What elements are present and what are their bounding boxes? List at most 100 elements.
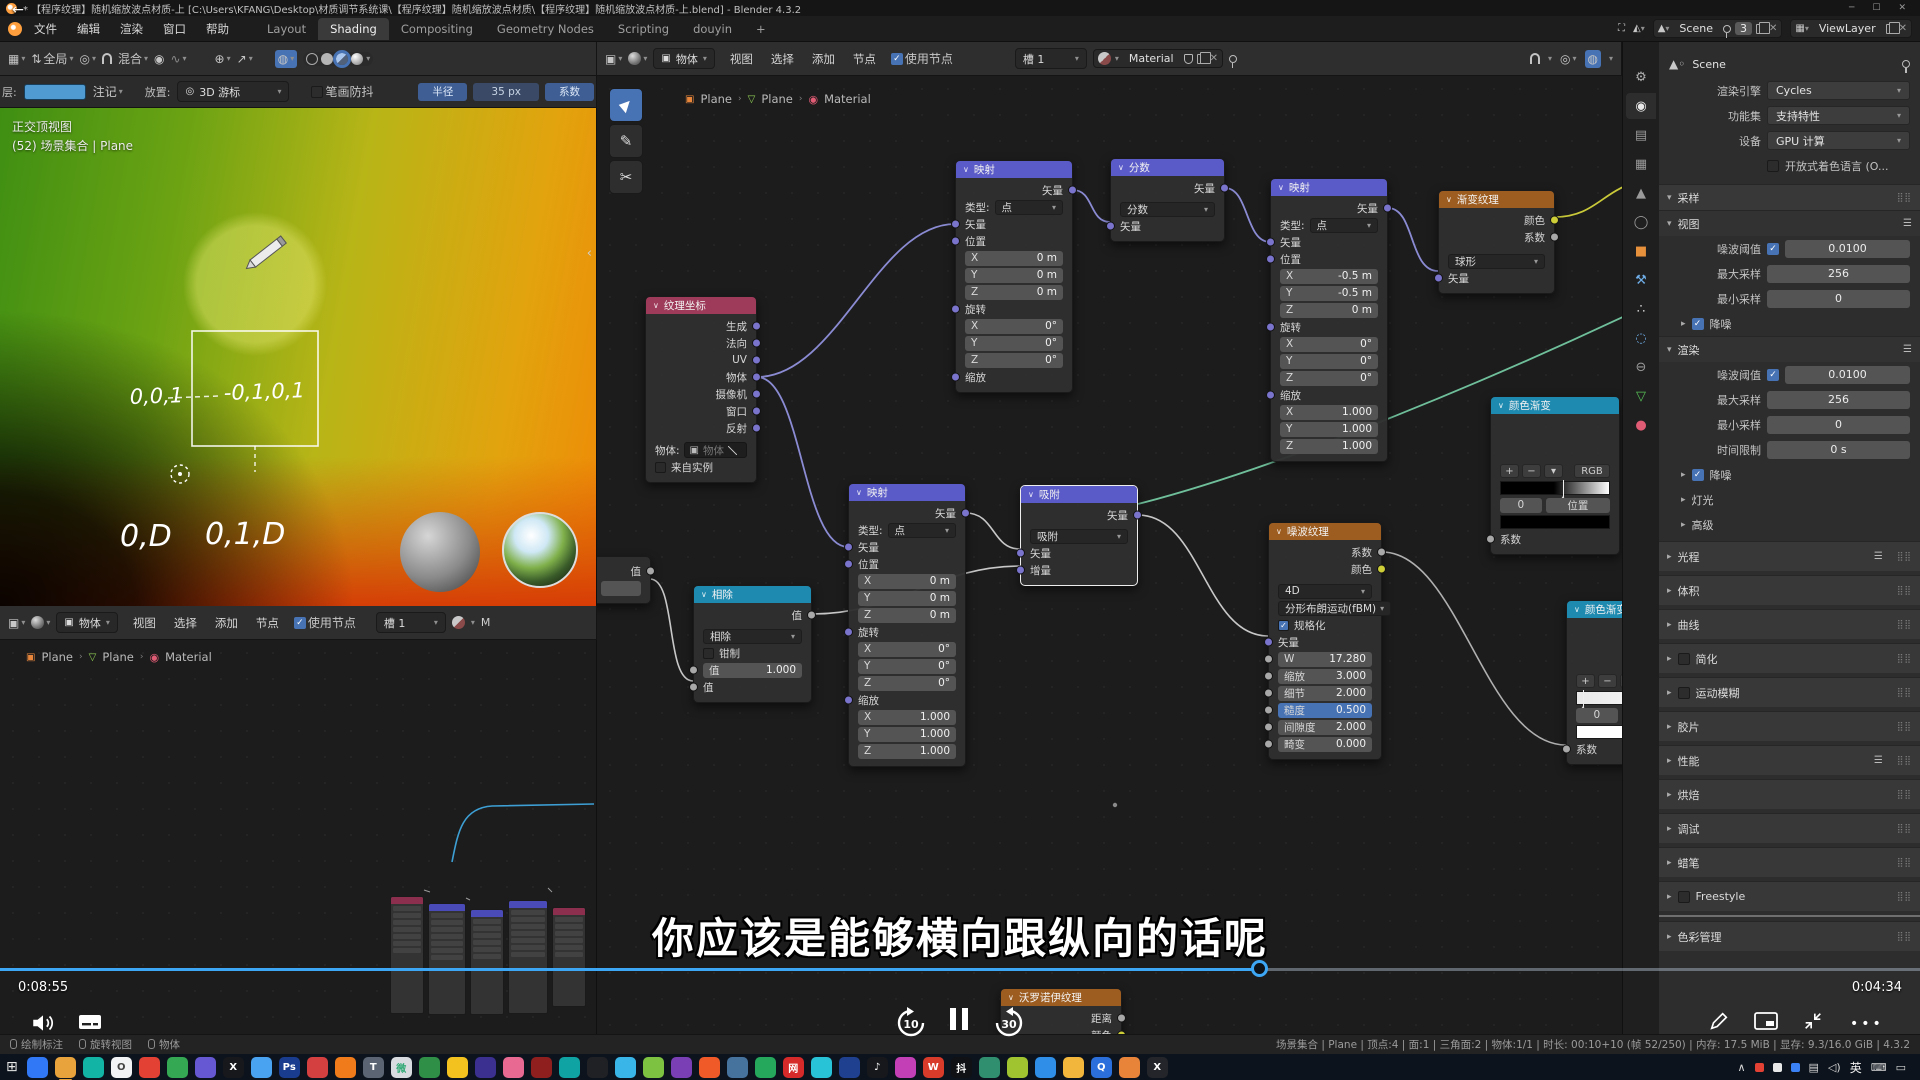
sampling-panel-header[interactable]: ▾采样⣿⣿ bbox=[1659, 184, 1920, 210]
menu-文件[interactable]: 文件 bbox=[24, 18, 67, 40]
sidebar-collapse-chevron[interactable]: ‹ bbox=[587, 246, 592, 261]
fullscreen-exit-button[interactable] bbox=[1802, 1010, 1824, 1032]
noise-texture-node[interactable]: ∨噪波纹理系数颜色4D▾分形布朗运动(fBM)▾✓规格化矢量W17.280缩放3… bbox=[1268, 522, 1382, 760]
shader-context-dropdown[interactable]: ▣物体▾ bbox=[56, 612, 117, 633]
input-socket-矢量[interactable] bbox=[951, 220, 960, 229]
properties-tab-physics-icon[interactable]: ◌ bbox=[1626, 325, 1656, 351]
taskbar-app-icon-6[interactable] bbox=[167, 1057, 188, 1078]
mini-node-4[interactable] bbox=[508, 900, 548, 1014]
node-field-X[interactable]: X1.000 bbox=[1280, 405, 1378, 420]
pin-icon[interactable] bbox=[1723, 25, 1731, 33]
panel-调试[interactable]: ▸调试⣿⣿ bbox=[1659, 813, 1920, 843]
tray-expand-icon[interactable]: ∧ bbox=[1737, 1061, 1745, 1074]
render-engine-dropdown[interactable]: Cycles▾ bbox=[1767, 81, 1910, 100]
viewport-subpanel-header[interactable]: ▾视图☰ bbox=[1659, 210, 1920, 236]
breadcrumb-material[interactable]: Material bbox=[165, 650, 212, 664]
taskbar-app-icon-41[interactable]: X bbox=[1147, 1057, 1168, 1078]
breadcrumb-mesh[interactable]: Plane bbox=[102, 650, 134, 664]
input-socket-缩放[interactable] bbox=[1266, 391, 1275, 400]
color-swatch[interactable] bbox=[1576, 725, 1622, 739]
shading-solid-icon[interactable] bbox=[321, 53, 333, 65]
properties-tab-object-icon[interactable]: ■ bbox=[1626, 238, 1656, 264]
gradient-texture-node[interactable]: ∨渐变纹理颜色系数球形▾矢量 bbox=[1438, 190, 1555, 294]
texture-coordinate-node[interactable]: ∨纹理坐标生成法向UV物体摄像机窗口反射物体:▣物体来自实例 bbox=[645, 296, 757, 483]
minimize-button[interactable]: ─ bbox=[1849, 3, 1854, 13]
output-socket-法向[interactable] bbox=[752, 339, 761, 348]
properties-tab-tool-icon[interactable]: ⚙ bbox=[1626, 64, 1656, 90]
unlink-icon[interactable]: ✕ bbox=[1769, 23, 1777, 34]
taskbar-app-icon-21[interactable] bbox=[587, 1057, 608, 1078]
ime-indicator[interactable]: 英 bbox=[1850, 1059, 1862, 1076]
falloff-dropdown[interactable]: ∿▾ bbox=[170, 52, 186, 66]
taskbar-app-icon-22[interactable] bbox=[615, 1057, 636, 1078]
tray-display-icon[interactable]: ▤ bbox=[1809, 1061, 1819, 1074]
noise-threshold-checkbox[interactable]: ✓ bbox=[1767, 369, 1779, 381]
pin-icon[interactable] bbox=[1902, 60, 1910, 68]
backdrop-toggle-icon[interactable]: ◍ bbox=[1585, 50, 1601, 68]
tray-notifications-icon[interactable]: ▭ bbox=[1896, 1061, 1906, 1074]
mapping-node-3[interactable]: ∨映射矢量类型:点▾矢量位置X0 mY0 mZ0 m旋转X0°Y0°Z0°缩放X… bbox=[848, 483, 966, 767]
node-field-Z[interactable]: Z0 m bbox=[965, 285, 1063, 300]
annotate-tool-button[interactable]: ✎ bbox=[609, 124, 643, 158]
taskbar-app-icon-7[interactable] bbox=[195, 1057, 216, 1078]
input-socket-间隙度[interactable] bbox=[1264, 723, 1273, 732]
gizmo-dropdown[interactable]: ⊕▾ bbox=[215, 52, 231, 66]
scene-breadcrumb-label[interactable]: Scene bbox=[1692, 58, 1726, 71]
denoise-checkbox[interactable]: ✓ bbox=[1692, 318, 1704, 330]
blender-menu-icon[interactable] bbox=[8, 22, 22, 36]
mapping-node-1[interactable]: ∨映射矢量类型:点▾矢量位置X0 mY0 mZ0 m旋转X0°Y0°Z0°缩放 bbox=[955, 160, 1073, 393]
input-socket-矢量[interactable] bbox=[1106, 222, 1115, 231]
input-socket-旋转[interactable] bbox=[844, 628, 853, 637]
scene-name[interactable]: Scene bbox=[1673, 22, 1719, 35]
snap-node[interactable]: ∨吸附矢量吸附▾矢量增量 bbox=[1020, 485, 1138, 586]
output-socket-系数[interactable] bbox=[1550, 233, 1559, 242]
progress-bar-elapsed[interactable] bbox=[0, 968, 1259, 971]
panel-checkbox[interactable] bbox=[1678, 653, 1690, 665]
input-socket-旋转[interactable] bbox=[1266, 323, 1275, 332]
taskbar-app-icon-34[interactable]: 抖 bbox=[951, 1057, 972, 1078]
output-socket-颜色[interactable] bbox=[1377, 565, 1386, 574]
panel-曲线[interactable]: ▸曲线⣿⣿ bbox=[1659, 609, 1920, 639]
pin-icon[interactable] bbox=[1229, 55, 1237, 63]
colorramp-gradient[interactable] bbox=[1500, 481, 1610, 495]
taskbar-app-icon-11[interactable] bbox=[307, 1057, 328, 1078]
taskbar-app-icon-8[interactable]: X bbox=[223, 1057, 244, 1078]
noise-threshold-field[interactable]: 0.0100 bbox=[1785, 366, 1910, 384]
panel-体积[interactable]: ▸体积⣿⣿ bbox=[1659, 575, 1920, 605]
shading-preset-icon[interactable]: ◭▾ bbox=[1633, 23, 1645, 34]
min-samples-field[interactable]: 0 bbox=[1767, 416, 1910, 434]
shading-material-icon[interactable] bbox=[336, 53, 348, 65]
fraction-node[interactable]: ∨分数矢量分数▾矢量 bbox=[1110, 158, 1225, 242]
input-socket-旋转[interactable] bbox=[951, 305, 960, 314]
shader-node-editor[interactable]: ✎ ✂ ▣ Plane › ▽ Plane › ◉ Material ∨纹理坐标… bbox=[597, 76, 1622, 1034]
taskbar-app-icon-27[interactable] bbox=[755, 1057, 776, 1078]
menu-编辑[interactable]: 编辑 bbox=[67, 18, 110, 40]
node-field-X[interactable]: X1.000 bbox=[858, 710, 956, 725]
panel-胶片[interactable]: ▸胶片⣿⣿ bbox=[1659, 711, 1920, 741]
color-ramp-node-1[interactable]: ∨颜色渐变+−▾RGB0位置系数 bbox=[1490, 396, 1620, 555]
denoise-checkbox[interactable]: ✓ bbox=[1692, 469, 1704, 481]
material-slot-dropdown[interactable]: 槽 1▾ bbox=[1015, 48, 1087, 69]
taskbar-app-icon-10[interactable]: Ps bbox=[279, 1057, 300, 1078]
breadcrumb-material[interactable]: Material bbox=[824, 92, 871, 106]
copy-icon[interactable] bbox=[1756, 24, 1765, 34]
editor-menu-视图[interactable]: 视图 bbox=[721, 47, 762, 71]
node-dropdown-点[interactable]: 点▾ bbox=[1310, 218, 1378, 233]
output-socket-生成[interactable] bbox=[752, 322, 761, 331]
taskbar-app-icon-39[interactable]: Q bbox=[1091, 1057, 1112, 1078]
xray-toggle-icon[interactable]: ◍▾ bbox=[275, 50, 298, 68]
colorramp-position-field[interactable]: 位置 bbox=[1546, 498, 1610, 513]
node-field-X[interactable]: X0 m bbox=[858, 574, 956, 589]
input-socket-矢量[interactable] bbox=[1266, 238, 1275, 247]
taskbar-app-icon-15[interactable] bbox=[419, 1057, 440, 1078]
editor-type-icon[interactable]: ▣▾ bbox=[8, 616, 25, 630]
node-field-X[interactable]: X-0.5 m bbox=[1280, 269, 1378, 284]
output-socket-值[interactable] bbox=[807, 611, 816, 620]
stabilize-stroke-checkbox[interactable]: 笔画防抖 bbox=[311, 83, 373, 100]
node-field-X[interactable]: X0° bbox=[1280, 337, 1378, 352]
node-checkbox-规格化[interactable]: ✓ bbox=[1278, 620, 1289, 631]
mini-node-2[interactable] bbox=[428, 903, 466, 1015]
node-field-细节[interactable]: 细节2.000 bbox=[1278, 686, 1372, 701]
copy-icon[interactable] bbox=[1886, 24, 1895, 34]
tray-keyboard-icon[interactable]: ⌨ bbox=[1871, 1061, 1887, 1074]
